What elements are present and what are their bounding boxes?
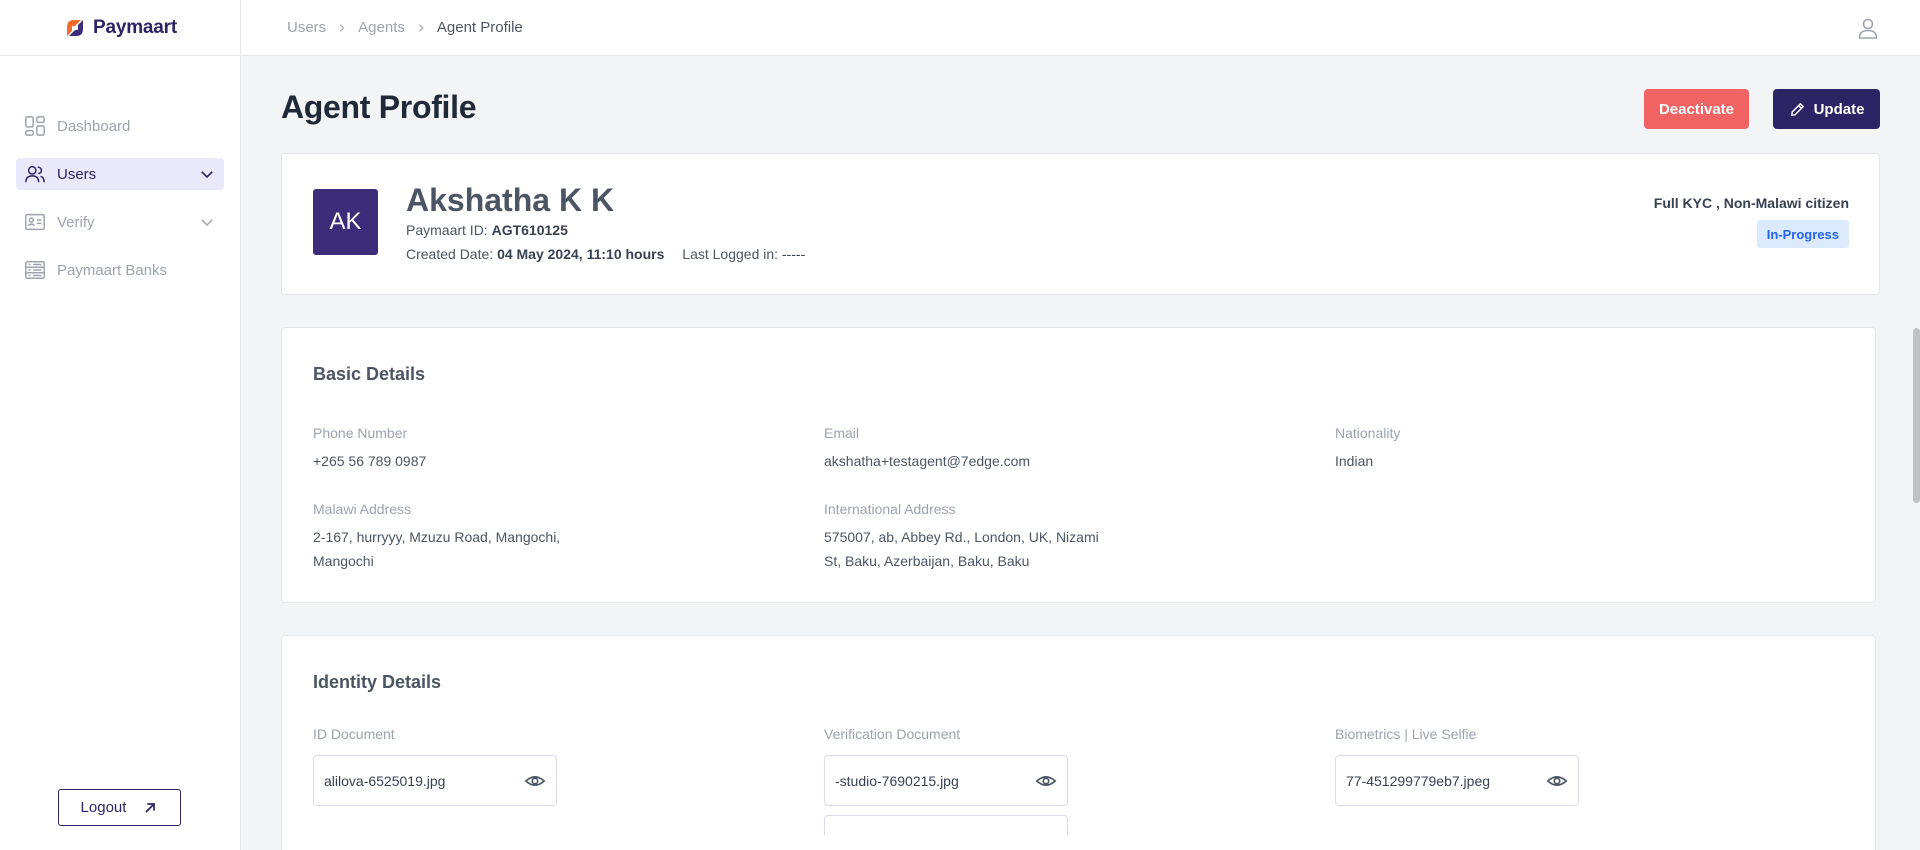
sidebar-item-dashboard[interactable]: Dashboard — [16, 110, 224, 142]
basic-details-title: Basic Details — [313, 364, 426, 384]
brand-name: Paymaart — [93, 16, 177, 38]
nationality-value: Indian — [1335, 453, 1374, 469]
created-date-label: Created Date: — [406, 246, 494, 262]
sidebar-item-verify[interactable]: Verify — [16, 206, 224, 238]
sidebar-item-users[interactable]: Users — [16, 158, 224, 190]
arrow-up-right-icon — [145, 802, 156, 813]
chevron-down-icon[interactable] — [198, 213, 216, 231]
nationality-label: Nationality — [1335, 425, 1401, 441]
paymaart-id-value: AGT610125 — [491, 222, 568, 238]
eye-icon[interactable] — [524, 770, 546, 792]
last-logged-label: Last Logged in: — [682, 246, 779, 262]
international-address-label: International Address — [824, 501, 956, 517]
email-label: Email — [824, 425, 860, 441]
biometrics-file[interactable]: 77-451299779eb7.jpeg — [1335, 755, 1579, 806]
paymaart-id-label: Paymaart ID: — [406, 222, 488, 238]
deactivate-button[interactable]: Deactivate — [1644, 89, 1749, 129]
malawi-address-line1: 2-167, hurryyy, Mzuzu Road, Mangochi, — [313, 529, 561, 545]
breadcrumb-users[interactable]: Users — [287, 19, 326, 36]
update-button[interactable]: Update — [1773, 89, 1880, 129]
avatar: AK — [313, 189, 378, 255]
bank-list-icon — [25, 261, 45, 279]
users-icon — [25, 165, 45, 183]
paymaart-id-line: Paymaart ID: AGT610125 — [406, 222, 568, 238]
identity-details-card: Identity Details ID Document alilova-652… — [281, 635, 1876, 850]
chevron-down-icon[interactable] — [198, 165, 216, 183]
created-date-value: 04 May 2024, 11:10 hours — [497, 246, 665, 262]
profile-card: AK Akshatha K K Paymaart ID: AGT610125 C… — [281, 153, 1880, 295]
email-value: akshatha+testagent@7edge.com — [824, 453, 1031, 469]
sidebar-item-label: Dashboard — [57, 117, 131, 135]
id-document-file[interactable]: alilova-6525019.jpg — [313, 755, 557, 806]
paymaart-logo-icon — [67, 19, 84, 36]
breadcrumb: Users Agents Agent Profile — [287, 19, 523, 36]
update-label: Update — [1813, 100, 1865, 118]
dashboard-icon — [25, 116, 45, 136]
phone-value: +265 56 789 0987 — [313, 453, 427, 469]
logout-button[interactable]: Logout — [58, 789, 181, 826]
phone-label: Phone Number — [313, 425, 408, 441]
chevron-right-icon — [418, 23, 424, 32]
international-address-line2: St, Baku, Azerbaijan, Baku, Baku — [824, 553, 1030, 569]
logo[interactable]: Paymaart — [0, 0, 240, 56]
identity-details-title: Identity Details — [313, 672, 442, 692]
status-badge: In-Progress — [1756, 220, 1849, 248]
malawi-address-label: Malawi Address — [313, 501, 412, 517]
scrollbar-thumb[interactable] — [1913, 328, 1920, 503]
pencil-icon — [1790, 102, 1804, 116]
topbar: Users Agents Agent Profile — [241, 0, 1920, 56]
basic-details-card: Basic Details Phone Number +265 56 789 0… — [281, 327, 1876, 603]
agent-name: Akshatha K K — [406, 182, 615, 218]
sidebar-nav: Dashboard Users Verify Paymaart Banks — [16, 110, 224, 302]
biometrics-filename: 77-451299779eb7.jpeg — [1346, 772, 1491, 789]
verification-document-label: Verification Document — [824, 726, 961, 742]
chevron-right-icon — [340, 23, 345, 32]
page-title: Agent Profile — [281, 89, 477, 125]
breadcrumb-agents[interactable]: Agents — [358, 19, 405, 36]
created-date-line: Created Date: 04 May 2024, 11:10 hours L… — [406, 246, 805, 262]
malawi-address-line2: Mangochi — [313, 553, 374, 569]
sidebar-item-label: Verify — [57, 213, 95, 231]
sidebar: Paymaart Dashboard Users Verify Paymaart… — [0, 0, 241, 850]
logout-label: Logout — [80, 799, 127, 816]
verification-document-file[interactable]: -studio-7690215.jpg — [824, 755, 1068, 806]
international-address-line1: 575007, ab, Abbey Rd., London, UK, Nizam… — [824, 529, 1099, 545]
verification-document-file-2[interactable] — [824, 815, 1068, 835]
biometrics-label: Biometrics | Live Selfie — [1335, 726, 1477, 742]
user-profile-icon[interactable] — [1856, 16, 1880, 40]
id-document-label: ID Document — [313, 726, 395, 742]
sidebar-item-label: Paymaart Banks — [57, 261, 168, 279]
verification-document-filename: -studio-7690215.jpg — [835, 772, 959, 789]
id-card-icon — [25, 213, 45, 231]
last-logged-value: ----- — [781, 246, 806, 262]
breadcrumb-current: Agent Profile — [436, 19, 523, 36]
eye-icon[interactable] — [1035, 770, 1057, 792]
sidebar-item-label: Users — [57, 165, 97, 183]
sidebar-item-paymaart-banks[interactable]: Paymaart Banks — [16, 254, 224, 286]
id-document-filename: alilova-6525019.jpg — [324, 772, 446, 789]
eye-icon[interactable] — [1546, 770, 1568, 792]
kyc-type: Full KYC , Non-Malawi citizen — [1653, 195, 1849, 211]
